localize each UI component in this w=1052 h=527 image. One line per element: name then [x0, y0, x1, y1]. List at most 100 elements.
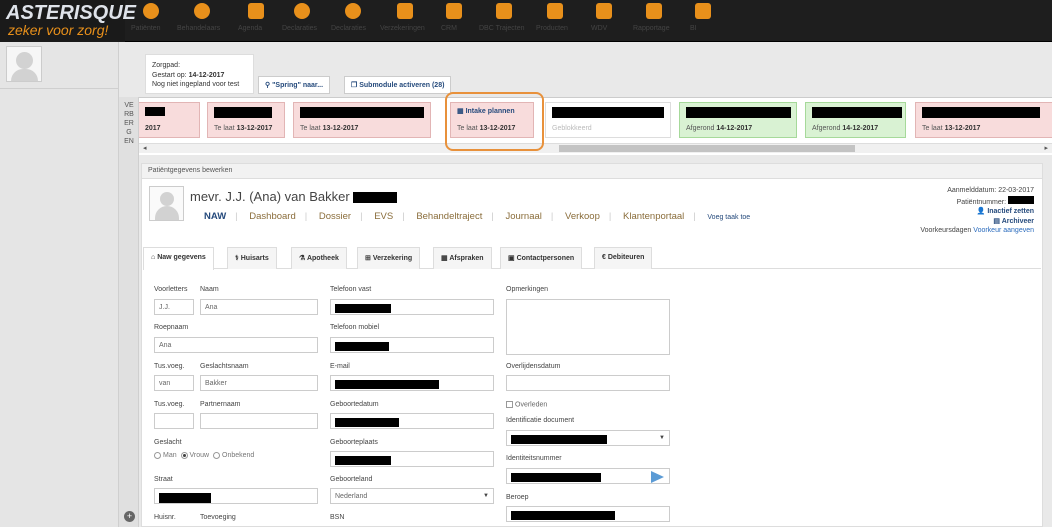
geboorteland-select[interactable]: Nederland ▼ — [330, 488, 494, 504]
subtab-afspraken[interactable]: ▦ Afspraken — [433, 247, 492, 269]
nav-rapportage[interactable]: Rapportage — [633, 3, 675, 39]
geboorteplaats-field[interactable] — [330, 451, 494, 467]
submodule-activeren-button[interactable]: ❐ Submodule activeren (28) — [344, 76, 452, 94]
overleden-checkbox[interactable]: Overleden — [506, 401, 547, 408]
email-field[interactable] — [330, 375, 494, 391]
partnernaam-field[interactable] — [200, 413, 318, 429]
nav-label: Behandelaars — [177, 25, 221, 32]
archiveer-link[interactable]: ▤ Archiveer — [920, 217, 1034, 227]
nav-producten[interactable]: Producten — [536, 3, 574, 39]
tab-dashboard[interactable]: Dashboard — [249, 211, 295, 222]
telefoon-mobiel-field[interactable] — [330, 337, 494, 353]
avatar[interactable] — [6, 46, 42, 82]
telefoon-vast-field[interactable] — [330, 299, 494, 315]
nav-declaraties-2[interactable]: Declaraties — [331, 3, 375, 39]
naam-field[interactable]: Ana — [200, 299, 318, 315]
tab-journaal[interactable]: Journaal — [505, 211, 541, 222]
nav-agenda[interactable]: Agenda — [238, 3, 274, 39]
nav-wdv[interactable]: WDV — [591, 3, 617, 39]
redacted-block — [353, 192, 398, 204]
tusvoeg-field[interactable]: van — [154, 375, 194, 391]
send-icon[interactable] — [651, 471, 664, 483]
calendar-icon — [248, 3, 264, 19]
scroll-left-icon[interactable]: ◂ — [143, 144, 147, 152]
asterisque-logo[interactable]: ASTERISQUE zeker voor zorg! — [0, 0, 136, 42]
voorkeur-aangeven-link[interactable]: Voorkeur aangeven — [973, 227, 1034, 234]
nav-crm[interactable]: CRM — [441, 3, 467, 39]
email-label: E-mail — [330, 363, 350, 370]
subtab-debiteuren[interactable]: € Debiteuren — [594, 247, 653, 269]
voeg-taak-toe-link[interactable]: Voeg taak toe — [707, 214, 750, 221]
plus-circle-icon[interactable]: + — [124, 511, 135, 522]
huisnr-label: Huisnr. — [154, 514, 176, 521]
beroep-field[interactable] — [506, 506, 670, 522]
nav-label: WDV — [591, 25, 608, 32]
behandelaars-icon — [194, 3, 210, 19]
tusvoeg-partner-field[interactable] — [154, 413, 194, 429]
timeline-step[interactable]: Te laat 13-12-2017 — [207, 102, 285, 138]
step-status: Afgerond 14-12-2017 — [812, 125, 879, 132]
nav-label: Producten — [536, 25, 568, 32]
roepnaam-label: Roepnaam — [154, 324, 189, 331]
avatar-body — [11, 69, 38, 81]
tab-behandeltraject[interactable]: Behandeltraject — [416, 211, 482, 222]
patient-meta: Aanmelddatum: 22-03-2017 Patiëntnummer: … — [920, 186, 1034, 236]
nav-label: DBC Trajecten — [479, 25, 525, 32]
nav-behandelaars[interactable]: Behandelaars — [177, 3, 227, 39]
spring-naar-button[interactable]: ⚲ "Spring" naar... — [258, 76, 331, 94]
redacted-block — [511, 473, 601, 482]
identiteitsnummer-label: Identiteitsnummer — [506, 455, 562, 462]
scroll-right-icon[interactable]: ▸ — [1044, 144, 1048, 152]
radio-onbekend[interactable]: Onbekend — [213, 452, 254, 459]
patient-avatar[interactable] — [149, 186, 184, 221]
timeline-step[interactable]: Geblokkeerd — [545, 102, 671, 138]
geboortedatum-field[interactable] — [330, 413, 494, 429]
timeline-scrollbar[interactable]: ◂ ▸ — [139, 143, 1052, 153]
redacted-block — [686, 107, 791, 118]
nav-patienten[interactable]: Patiënten — [131, 3, 171, 39]
nav-declaraties-1[interactable]: Declaraties — [282, 3, 322, 39]
partnernaam-label: Partnernaam — [200, 401, 241, 408]
geslachtsnaam-field[interactable]: Bakker — [200, 375, 318, 391]
subtab-naw-gegevens[interactable]: ⌂ Naw gegevens — [143, 247, 214, 270]
subtab-huisarts[interactable]: ⚕ Huisarts — [227, 247, 277, 269]
overlijdensdatum-field[interactable] — [506, 375, 670, 391]
nav-verzekeringen[interactable]: Verzekeringen — [380, 3, 430, 39]
tab-verkoop[interactable]: Verkoop — [565, 211, 600, 222]
timeline-step[interactable]: Afgerond 14-12-2017 — [805, 102, 906, 138]
verbergen-toggle[interactable]: VERBERGEN — [119, 97, 139, 527]
identificatie-select[interactable]: ▼ — [506, 430, 670, 446]
subtab-contactpersonen[interactable]: ▣ Contactpersonen — [500, 247, 583, 269]
opmerkingen-textarea[interactable] — [506, 299, 670, 355]
nav-bi[interactable]: BI — [690, 3, 716, 39]
nav-label: Declaraties — [282, 25, 318, 32]
inactief-zetten-link[interactable]: 👤 Inactief zetten — [920, 207, 1034, 217]
tusvoeg-label: Tus.voeg. — [154, 363, 185, 370]
identiteitsnummer-field[interactable] — [506, 468, 670, 484]
zorgpad-title: Zorgpad: — [152, 62, 181, 69]
geboorteplaats-label: Geboorteplaats — [330, 439, 378, 446]
subtab-apotheek[interactable]: ⚗ Apotheek — [291, 247, 347, 269]
timeline-step[interactable]: Te laat 13-12-2017 — [293, 102, 431, 138]
subtabs: ⌂ Naw gegevens ⚕ Huisarts ⚗ Apotheek ⊞ V… — [143, 247, 1041, 270]
tab-dossier[interactable]: Dossier — [319, 211, 351, 222]
voorletters-field[interactable]: J.J. — [154, 299, 194, 315]
radio-man[interactable]: Man — [154, 452, 177, 459]
tab-evs[interactable]: EVS — [374, 211, 393, 222]
nav-label: Patiënten — [131, 25, 161, 32]
nav-dbc-trajecten[interactable]: DBC Trajecten — [479, 3, 529, 39]
copy-icon: ❐ — [351, 82, 358, 89]
tab-klantenportaal[interactable]: Klantenportaal — [623, 211, 684, 222]
plus-square-icon: ⊞ — [365, 255, 371, 262]
roepnaam-field[interactable]: Ana — [154, 337, 318, 353]
tab-naw[interactable]: NAW — [204, 211, 226, 222]
straat-field[interactable] — [154, 488, 318, 504]
left-sidebar — [0, 42, 119, 527]
subtab-verzekering[interactable]: ⊞ Verzekering — [357, 247, 421, 269]
scrollbar-thumb[interactable] — [559, 145, 855, 152]
radio-vrouw[interactable]: Vrouw — [180, 452, 209, 459]
timeline-step[interactable]: 2017 — [139, 102, 200, 138]
timeline-step[interactable]: Te laat 13-12-2017 — [915, 102, 1052, 138]
home-icon: ⌂ — [151, 254, 156, 261]
timeline-step[interactable]: Afgerond 14-12-2017 — [679, 102, 797, 138]
